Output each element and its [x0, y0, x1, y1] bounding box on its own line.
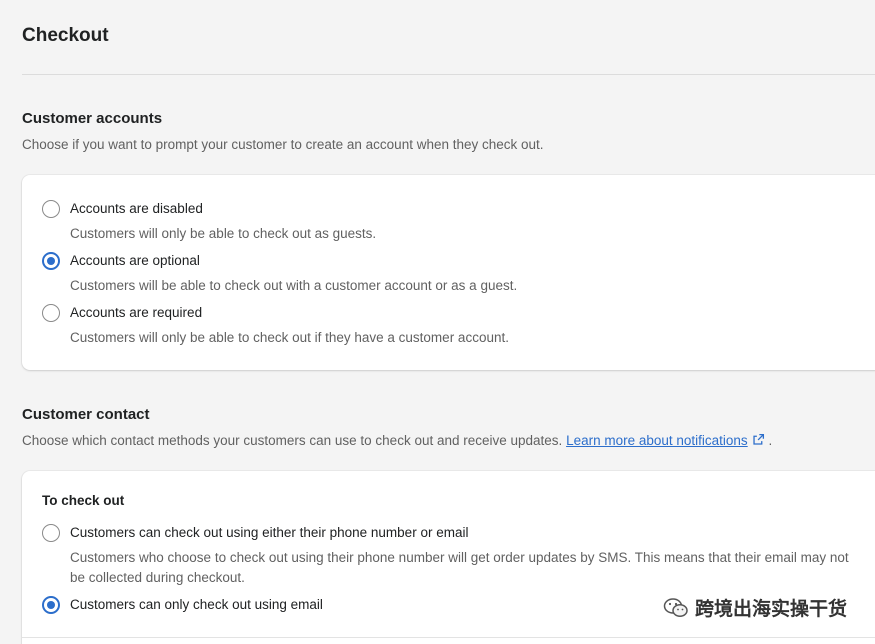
- description-trailing: .: [768, 433, 773, 448]
- option-help: Customers will be able to check out with…: [70, 278, 518, 293]
- radio-accounts-disabled[interactable]: [42, 200, 60, 218]
- card-divider: [22, 637, 875, 638]
- option-help: Customers will only be able to check out…: [70, 330, 509, 345]
- radio-accounts-optional[interactable]: [42, 252, 60, 270]
- header-divider: [22, 74, 875, 75]
- option-label: Accounts are disabled: [70, 201, 203, 216]
- radio-accounts-required[interactable]: [42, 304, 60, 322]
- customer-accounts-card: Accounts are disabled Customers will onl…: [22, 175, 875, 370]
- wechat-icon: [663, 597, 688, 617]
- watermark-text: 跨境出海实操干货: [694, 598, 847, 620]
- option-label: Customers can check out using either the…: [70, 525, 469, 540]
- option-help: Customers who choose to check out using …: [70, 550, 849, 585]
- customer-accounts-description: Choose if you want to prompt your custom…: [22, 137, 544, 152]
- radio-email-only[interactable]: [42, 596, 60, 614]
- customer-contact-description: Choose which contact methods your custom…: [22, 433, 563, 448]
- customer-contact-description-row: Choose which contact methods your custom…: [22, 433, 772, 448]
- link-text[interactable]: Learn more about notifications: [566, 433, 748, 448]
- option-label: Customers can only check out using email: [70, 597, 323, 612]
- radio-phone-or-email[interactable]: [42, 524, 60, 542]
- page-title: Checkout: [22, 25, 109, 46]
- option-label: Accounts are optional: [70, 253, 200, 268]
- to-check-out-subhead: To check out: [42, 493, 125, 508]
- learn-more-notifications-link[interactable]: Learn more about notifications: [566, 433, 748, 448]
- watermark: 跨境出海实操干货: [663, 594, 847, 621]
- external-link-icon[interactable]: [752, 433, 765, 446]
- option-help: Customers will only be able to check out…: [70, 226, 377, 241]
- option-label: Accounts are required: [70, 305, 203, 320]
- customer-accounts-title: Customer accounts: [22, 110, 163, 127]
- customer-contact-title: Customer contact: [22, 406, 150, 423]
